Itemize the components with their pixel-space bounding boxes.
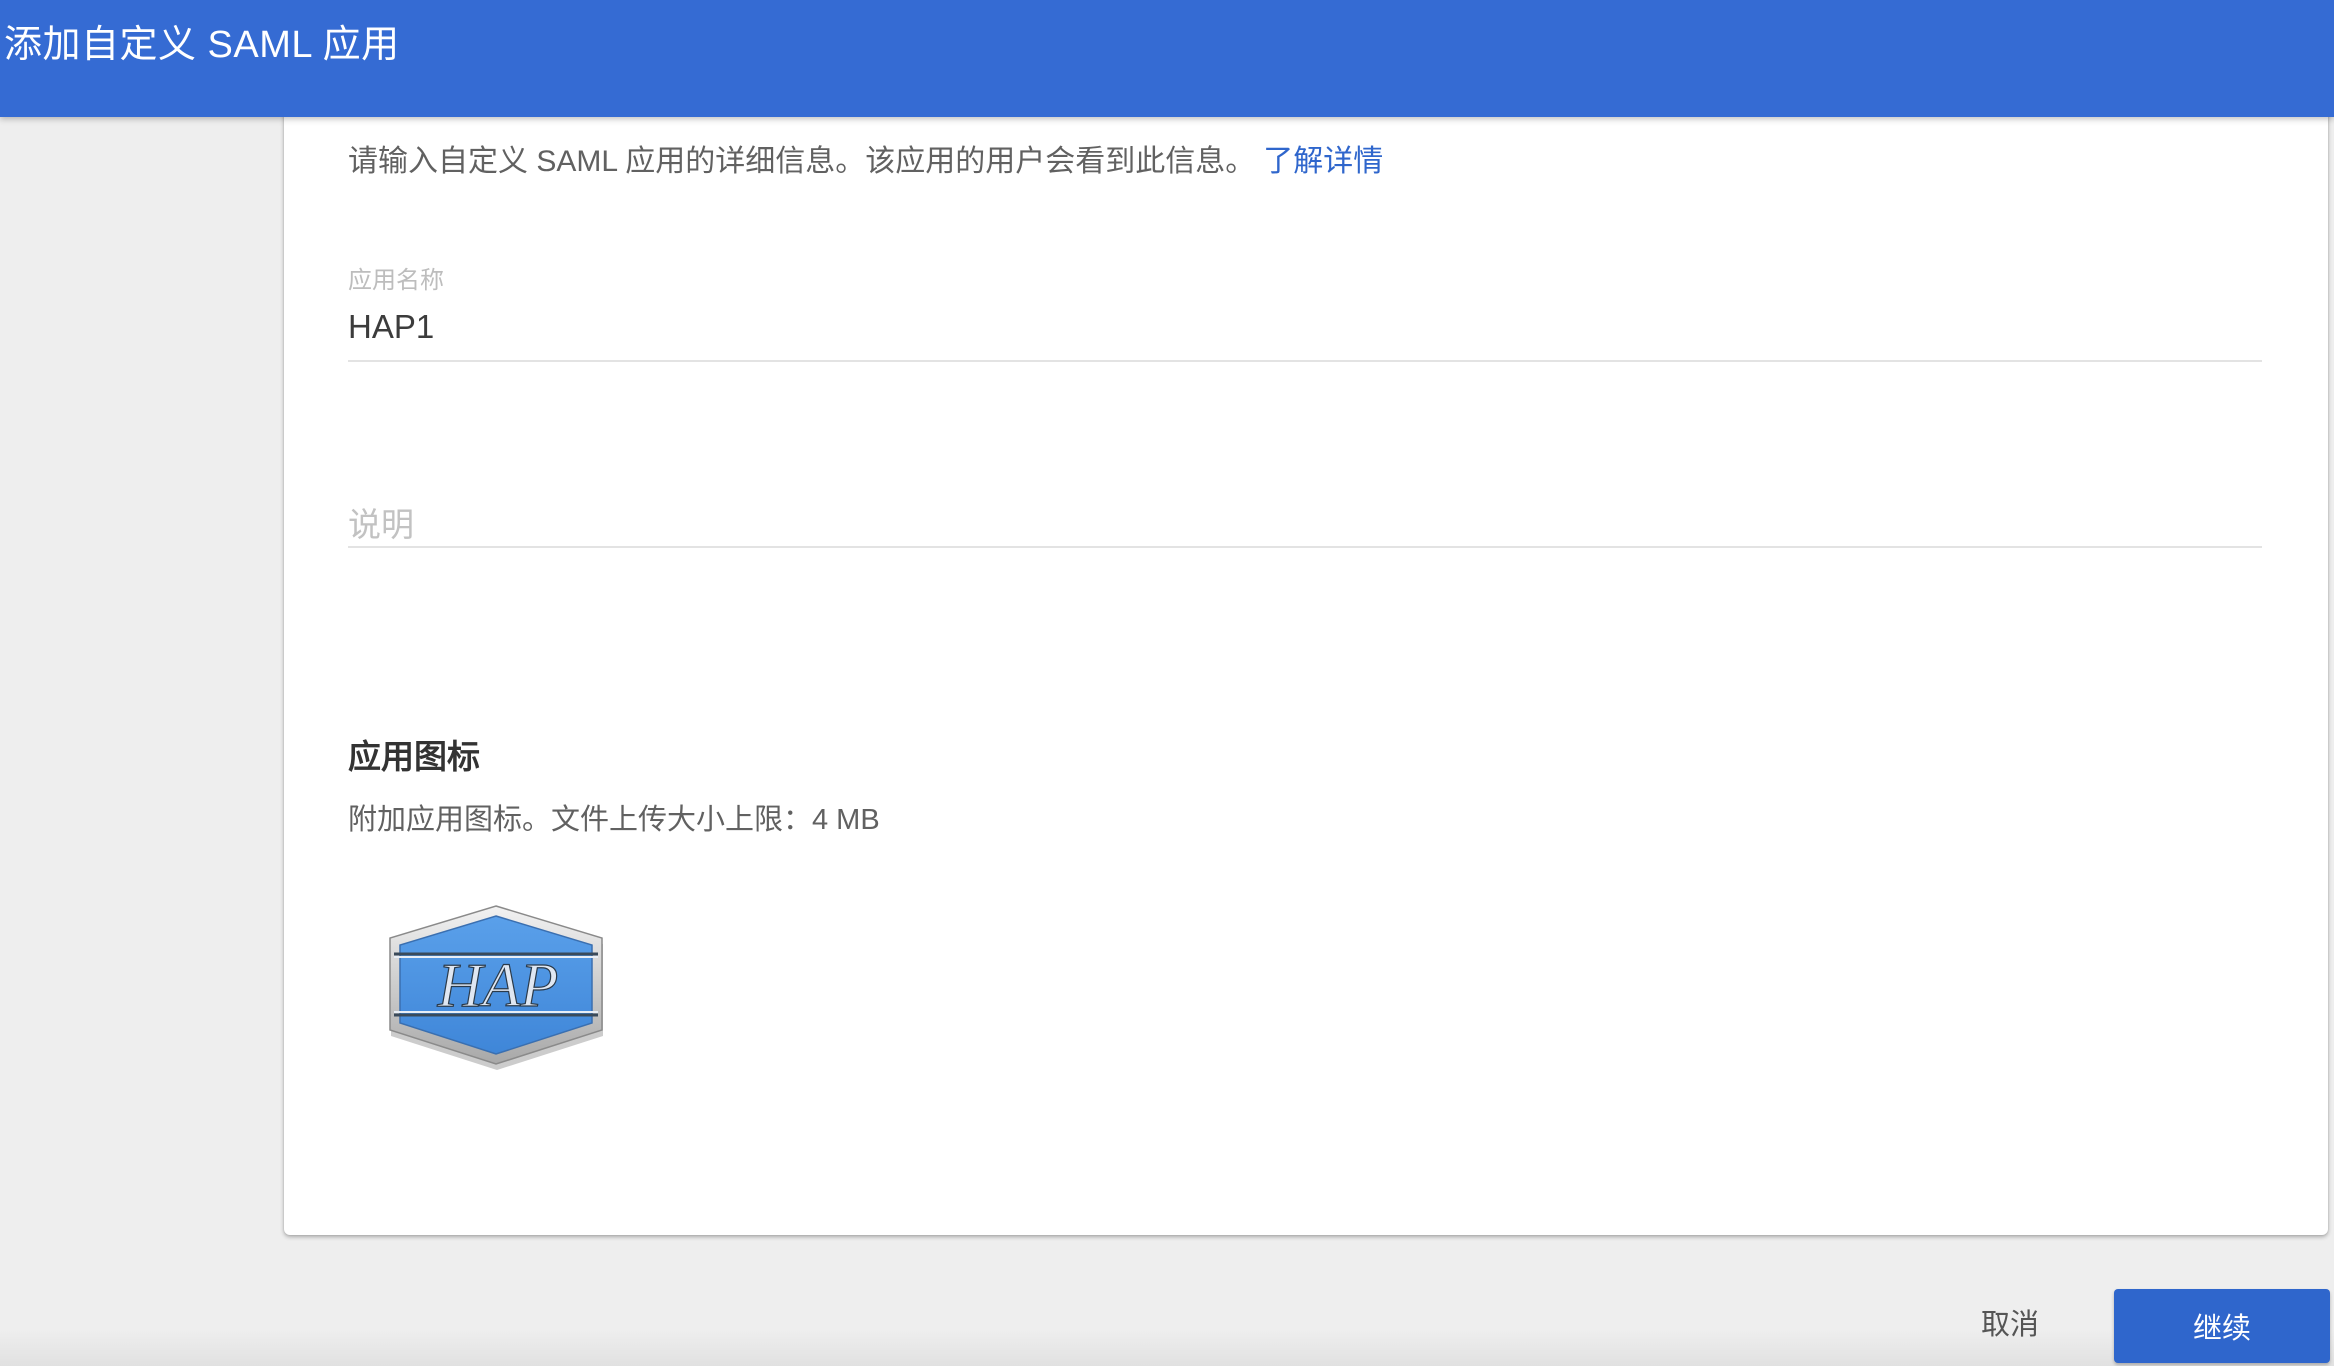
description-input[interactable]: 说明 — [348, 498, 414, 546]
app-name-input[interactable]: HAP1 — [348, 308, 434, 346]
page-title: 添加自定义 SAML 应用 — [4, 24, 400, 66]
cancel-button[interactable]: 取消 — [1960, 1292, 2060, 1352]
hap-logo-icon[interactable]: HAP — [384, 900, 609, 1075]
app-name-field[interactable]: 应用名称 HAP1 — [348, 260, 2262, 362]
app-header: 添加自定义 SAML 应用 — [0, 0, 2334, 117]
learn-more-link[interactable]: 了解详情 — [1263, 145, 1383, 178]
app-details-card: 请输入自定义 SAML 应用的详细信息。该应用的用户会看到此信息。 了解详情 应用… — [284, 110, 2328, 1235]
intro-description: 请输入自定义 SAML 应用的详细信息。该应用的用户会看到此信息。 — [348, 145, 1256, 178]
logo-text: HAP — [437, 952, 559, 1020]
description-field[interactable]: 说明 — [348, 490, 2262, 548]
continue-button[interactable]: 继续 — [2114, 1289, 2330, 1363]
hap-logo-svg: HAP — [389, 905, 603, 1070]
app-icon-description: 附加应用图标。文件上传大小上限：4 MB — [348, 804, 880, 836]
app-icon-heading: 应用图标 — [348, 738, 480, 775]
app-name-label: 应用名称 — [348, 267, 444, 294]
intro-text: 请输入自定义 SAML 应用的详细信息。该应用的用户会看到此信息。 了解详情 — [348, 142, 1383, 182]
